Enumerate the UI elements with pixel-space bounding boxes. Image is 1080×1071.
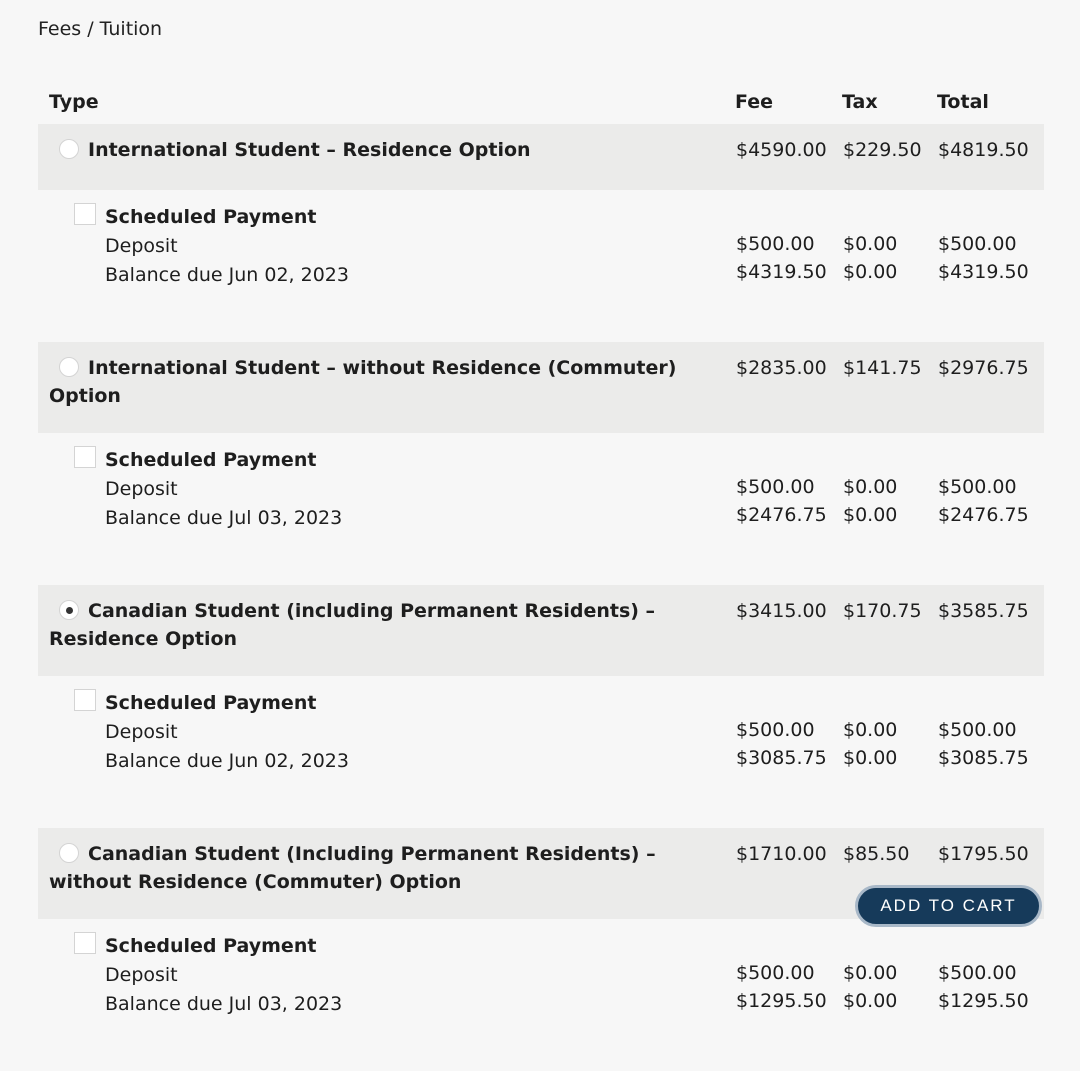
option-radio[interactable] [59,843,79,863]
deposit-tax: $0.00 [843,233,898,255]
fee-option-label: Canadian Student (including Permanent Re… [49,600,656,650]
schedule-total-cell: $500.00 $4319.50 [937,190,1044,342]
deposit-label: Deposit [105,721,178,743]
schedule-fee-cell: $500.00 $4319.50 [735,190,842,342]
fee-option-cell: Canadian Student (including Permanent Re… [38,585,735,676]
deposit-fee: $500.00 [736,476,815,498]
balance-total: $3085.75 [938,747,1029,769]
deposit-tax: $0.00 [843,719,898,741]
fee-option-fee: $2835.00 [735,342,842,433]
balance-fee: $3085.75 [736,747,827,769]
scheduled-payment-cell: Scheduled Payment Deposit Balance due Ju… [38,676,735,828]
deposit-tax: $0.00 [843,476,898,498]
page-title: Fees / Tuition [38,18,163,40]
scheduled-payment-label: Scheduled Payment [105,692,317,714]
deposit-label: Deposit [105,478,178,500]
scheduled-payment-checkbox[interactable] [74,689,96,711]
fee-option-tax: $141.75 [842,342,937,433]
option-radio[interactable] [59,357,79,377]
balance-total: $1295.50 [938,990,1029,1012]
fee-option-tax: $170.75 [842,585,937,676]
balance-fee: $2476.75 [736,504,827,526]
deposit-fee: $500.00 [736,719,815,741]
scheduled-payment-label: Scheduled Payment [105,206,317,228]
option-radio[interactable] [59,139,79,159]
schedule-tax-cell: $0.00 $0.00 [842,919,937,1071]
deposit-label: Deposit [105,235,178,257]
balance-due-label: Balance due Jun 02, 2023 [105,264,349,286]
add-to-cart-button[interactable]: ADD TO CART [855,885,1042,927]
scheduled-payment-checkbox[interactable] [74,446,96,468]
schedule-fee-cell: $500.00 $1295.50 [735,919,842,1071]
fee-option-total: $2976.75 [937,342,1044,433]
scheduled-payment-checkbox[interactable] [74,932,96,954]
scheduled-payment-cell: Scheduled Payment Deposit Balance due Ju… [38,919,735,1071]
fee-option-label: Canadian Student (Including Permanent Re… [49,843,656,893]
fees-page: Fees / Tuition Type Fee Tax Total Intern… [0,0,1080,1015]
table-header-row: Type Fee Tax Total [38,80,1044,124]
deposit-total: $500.00 [938,233,1017,255]
option-radio[interactable] [59,600,79,620]
fee-option-row[interactable]: International Student – Residence Option… [38,124,1044,190]
deposit-label: Deposit [105,964,178,986]
fee-option-fee: $4590.00 [735,124,842,190]
fee-option-row[interactable]: Canadian Student (including Permanent Re… [38,585,1044,676]
schedule-fee-cell: $500.00 $2476.75 [735,433,842,585]
fee-option-tax: $229.50 [842,124,937,190]
balance-tax: $0.00 [843,504,898,526]
scheduled-payment-cell: Scheduled Payment Deposit Balance due Ju… [38,190,735,342]
header-tax: Tax [842,91,878,113]
balance-due-label: Balance due Jul 03, 2023 [105,507,343,529]
scheduled-payment-row: Scheduled Payment Deposit Balance due Ju… [38,433,1044,585]
schedule-total-cell: $500.00 $2476.75 [937,433,1044,585]
schedule-tax-cell: $0.00 $0.00 [842,190,937,342]
fee-option-row[interactable]: International Student – without Residenc… [38,342,1044,433]
balance-due-label: Balance due Jul 03, 2023 [105,993,343,1015]
balance-tax: $0.00 [843,261,898,283]
balance-fee: $4319.50 [736,261,827,283]
deposit-total: $500.00 [938,962,1017,984]
deposit-tax: $0.00 [843,962,898,984]
scheduled-payment-label: Scheduled Payment [105,935,317,957]
balance-fee: $1295.50 [736,990,827,1012]
schedule-tax-cell: $0.00 $0.00 [842,433,937,585]
scheduled-payment-row: Scheduled Payment Deposit Balance due Ju… [38,676,1044,828]
schedule-fee-cell: $500.00 $3085.75 [735,676,842,828]
balance-due-label: Balance due Jun 02, 2023 [105,750,349,772]
balance-total: $4319.50 [938,261,1029,283]
balance-tax: $0.00 [843,990,898,1012]
fee-option-total: $3585.75 [937,585,1044,676]
fee-option-fee: $1710.00 [735,828,842,919]
schedule-tax-cell: $0.00 $0.00 [842,676,937,828]
scheduled-payment-row: Scheduled Payment Deposit Balance due Ju… [38,190,1044,342]
fee-option-label: International Student – without Residenc… [49,357,677,407]
fee-option-fee: $3415.00 [735,585,842,676]
deposit-fee: $500.00 [736,233,815,255]
deposit-total: $500.00 [938,476,1017,498]
scheduled-payment-cell: Scheduled Payment Deposit Balance due Ju… [38,433,735,585]
fee-option-cell: International Student – without Residenc… [38,342,735,433]
balance-total: $2476.75 [938,504,1029,526]
balance-tax: $0.00 [843,747,898,769]
schedule-total-cell: $500.00 $1295.50 [937,919,1044,1071]
scheduled-payment-row: Scheduled Payment Deposit Balance due Ju… [38,919,1044,1071]
scheduled-payment-label: Scheduled Payment [105,449,317,471]
deposit-total: $500.00 [938,719,1017,741]
fee-option-cell: International Student – Residence Option [38,124,735,190]
fee-option-cell: Canadian Student (Including Permanent Re… [38,828,735,919]
deposit-fee: $500.00 [736,962,815,984]
header-fee: Fee [735,91,773,113]
scheduled-payment-checkbox[interactable] [74,203,96,225]
fee-option-label: International Student – Residence Option [88,139,531,161]
schedule-total-cell: $500.00 $3085.75 [937,676,1044,828]
header-type: Type [49,91,99,113]
fee-option-total: $4819.50 [937,124,1044,190]
header-total: Total [937,91,989,113]
